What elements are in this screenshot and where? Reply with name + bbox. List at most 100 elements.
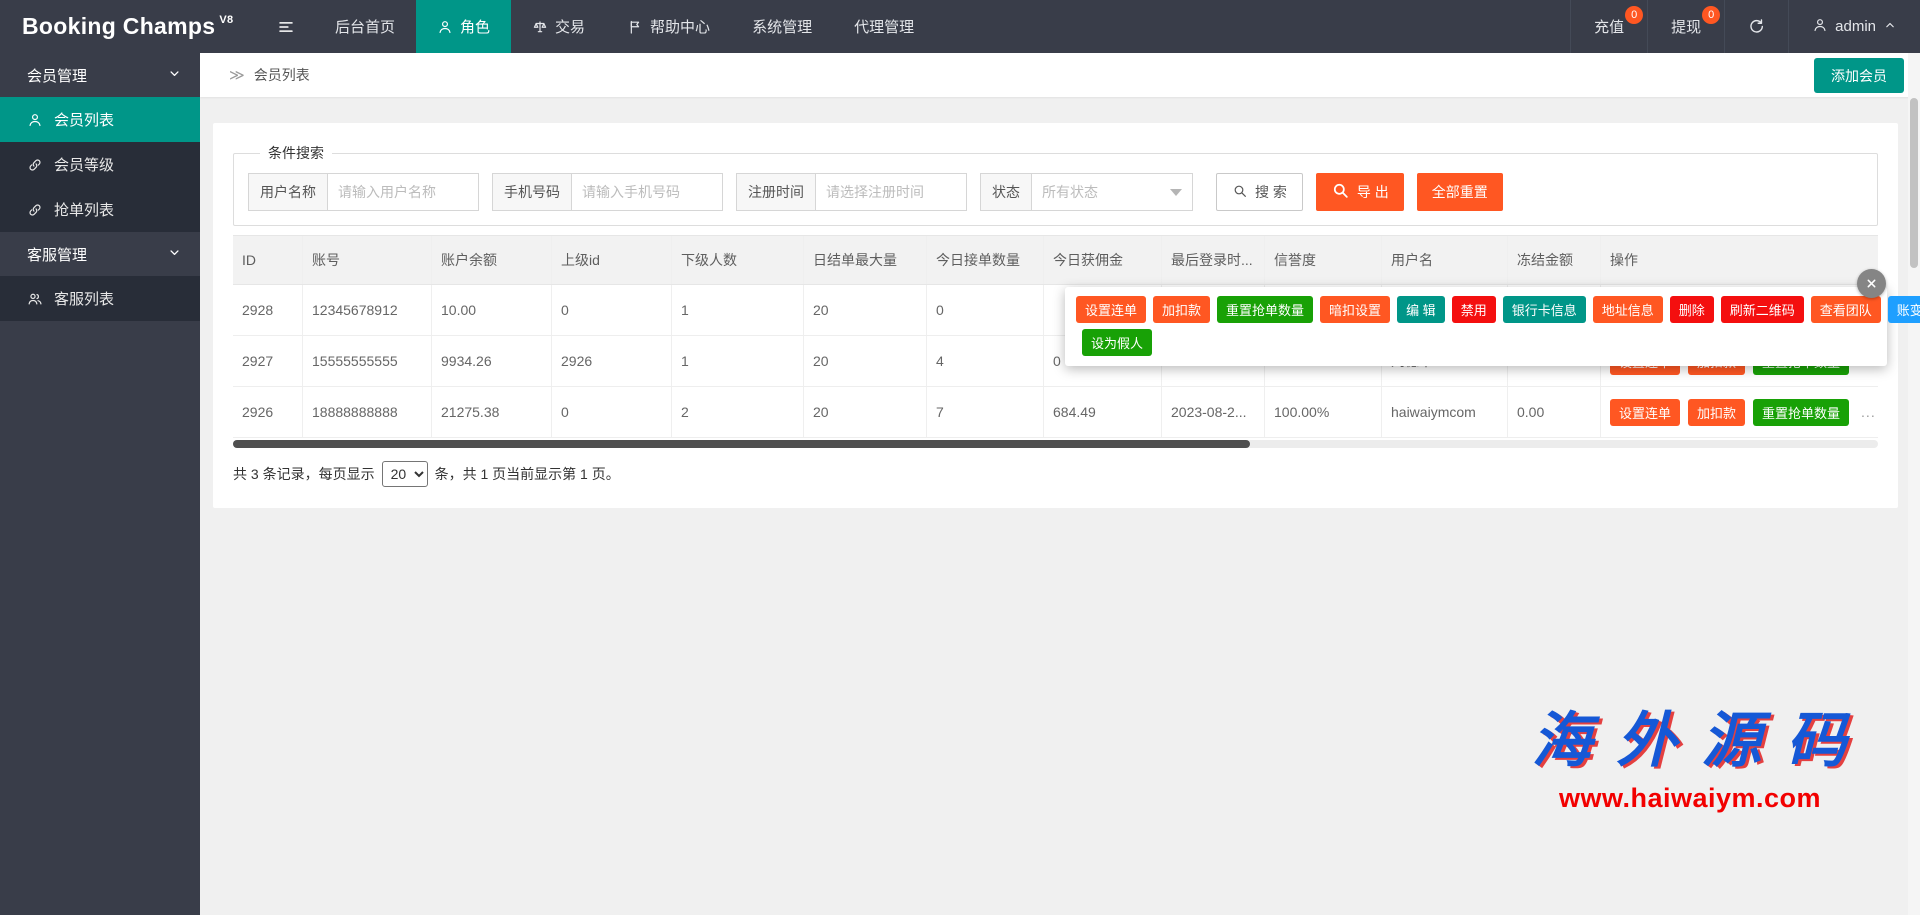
row-action-button[interactable]: 设置连单 xyxy=(1610,398,1681,426)
popup-close-button[interactable] xyxy=(1857,269,1886,298)
add-member-button[interactable]: 添加会员 xyxy=(1814,58,1904,93)
search-field-label: 用户名称 xyxy=(248,173,327,211)
nav-item-label: 角色 xyxy=(460,19,491,36)
pagination-suffix: 条，共 1 页当前显示第 1 页。 xyxy=(434,466,620,482)
table-cell: 4 xyxy=(926,336,1043,386)
search-field-1: 手机号码 xyxy=(492,173,723,211)
sidebar-item-0-1[interactable]: 会员等级 xyxy=(0,142,200,187)
sidebar-group-1[interactable]: 客服管理 xyxy=(0,232,200,276)
search-field-2: 注册时间 xyxy=(736,173,967,211)
status-select[interactable]: 所有状态 xyxy=(1031,173,1193,211)
nav-item-1[interactable]: 角色 xyxy=(416,0,512,53)
recharge-button[interactable]: 充值 0 xyxy=(1570,0,1647,53)
pagination: 共 3 条记录，每页显示 20 条，共 1 页当前显示第 1 页。 xyxy=(233,461,1878,487)
link-icon xyxy=(27,157,43,173)
column-header: 账号 xyxy=(302,236,431,284)
table-cell: 2926 xyxy=(242,404,274,420)
main-content: ≫ 会员列表 添加会员 条件搜索 用户名称 手机号码 注册时间 状态 所有状态 搜 … xyxy=(200,53,1920,915)
withdraw-badge: 0 xyxy=(1702,6,1721,24)
column-header: ID xyxy=(242,252,256,268)
nav-item-2[interactable]: 交易 xyxy=(511,0,606,53)
popup-action-button[interactable]: 设置连单 xyxy=(1076,296,1147,323)
popup-action-button[interactable]: 账变 xyxy=(1887,296,1920,323)
sidebar-item-label: 会员等级 xyxy=(54,157,115,174)
column-header: 信誉度 xyxy=(1264,236,1381,284)
recharge-label: 充值 xyxy=(1594,19,1625,36)
table-cell: 0 xyxy=(926,285,1043,335)
search-field-input-1[interactable] xyxy=(571,173,723,211)
sidebar-item-0-0[interactable]: 会员列表 xyxy=(0,97,200,142)
top-nav-items: 后台首页 角色 交易 帮助中心 系统管理 代理管理 xyxy=(314,0,935,53)
column-header: 最后登录时... xyxy=(1161,236,1264,284)
popup-action-button[interactable]: 重置抢单数量 xyxy=(1217,296,1314,323)
nav-item-label: 交易 xyxy=(555,19,586,36)
table-cell: 0 xyxy=(551,285,671,335)
popup-action-button[interactable]: 刷新二维码 xyxy=(1720,296,1804,323)
hamburger-menu-button[interactable] xyxy=(258,0,314,53)
popup-action-button[interactable]: 银行卡信息 xyxy=(1502,296,1586,323)
refresh-button[interactable] xyxy=(1724,0,1788,53)
search-field-input-2[interactable] xyxy=(815,173,967,211)
chevron-down-icon xyxy=(1170,188,1182,196)
column-header: 今日获佣金 xyxy=(1043,236,1161,284)
column-header: 上级id xyxy=(551,236,671,284)
table-cell: 0 xyxy=(551,387,671,437)
nav-item-0[interactable]: 后台首页 xyxy=(314,0,416,53)
withdraw-button[interactable]: 提现 0 xyxy=(1647,0,1724,53)
popup-action-button[interactable]: 删除 xyxy=(1669,296,1714,323)
sidebar-item-0-2[interactable]: 抢单列表 xyxy=(0,187,200,232)
status-label: 状态 xyxy=(980,173,1031,211)
export-button[interactable]: 导 出 xyxy=(1315,173,1404,211)
sidebar-group-0[interactable]: 会员管理 xyxy=(0,53,200,97)
table-cell: 1 xyxy=(671,285,803,335)
sidebar-item-1-0[interactable]: 客服列表 xyxy=(0,276,200,321)
popup-action-button[interactable]: 设为假人 xyxy=(1082,329,1153,356)
column-header: 冻结金额 xyxy=(1507,236,1600,284)
popup-action-button[interactable]: 查看团队 xyxy=(1810,296,1881,323)
popup-action-button[interactable]: 暗扣设置 xyxy=(1320,296,1391,323)
person-icon xyxy=(437,19,453,35)
per-page-select[interactable]: 20 xyxy=(381,461,428,487)
popup-action-button[interactable]: 禁用 xyxy=(1451,296,1496,323)
table-cell: 2023-08-2... xyxy=(1161,387,1264,437)
search-legend: 条件搜索 xyxy=(268,145,324,161)
search-button-label: 搜 索 xyxy=(1255,184,1287,200)
app-logo-text: Booking Champs xyxy=(22,13,216,39)
navbar-right: 充值 0 提现 0 admin xyxy=(1570,0,1920,53)
popup-action-button[interactable]: 编 辑 xyxy=(1397,296,1445,323)
table-cell: 100.00% xyxy=(1264,387,1381,437)
nav-item-3[interactable]: 帮助中心 xyxy=(606,0,731,53)
table-cell: 12345678912 xyxy=(302,285,431,335)
reset-all-button[interactable]: 全部重置 xyxy=(1416,173,1503,211)
scales-icon xyxy=(532,19,548,35)
search-icon xyxy=(1232,183,1248,199)
nav-item-label: 代理管理 xyxy=(854,19,915,36)
table-cell: 2926 xyxy=(551,336,671,386)
vertical-scrollbar-thumb[interactable] xyxy=(1910,98,1918,268)
breadcrumb: 会员列表 xyxy=(253,67,310,83)
nav-item-label: 帮助中心 xyxy=(650,19,711,36)
more-actions[interactable]: ... xyxy=(1861,404,1876,420)
sidebar-item-label: 会员列表 xyxy=(54,112,115,129)
horizontal-scrollbar xyxy=(233,440,1878,448)
search-field-label: 手机号码 xyxy=(492,173,571,211)
nav-item-4[interactable]: 系统管理 xyxy=(731,0,833,53)
row-action-button[interactable]: 重置抢单数量 xyxy=(1753,398,1850,426)
column-header: 操作 xyxy=(1600,236,1878,284)
flag-icon xyxy=(627,19,643,35)
search-button[interactable]: 搜 索 xyxy=(1216,173,1303,211)
search-field-input-0[interactable] xyxy=(327,173,479,211)
sidebar-item-label: 抢单列表 xyxy=(54,202,115,219)
sidebar-group-label: 会员管理 xyxy=(27,67,88,85)
popup-action-button[interactable]: 地址信息 xyxy=(1592,296,1663,323)
refresh-icon xyxy=(1748,18,1765,35)
nav-item-5[interactable]: 代理管理 xyxy=(833,0,935,53)
table-cell: 20 xyxy=(803,336,926,386)
table-cell: 1 xyxy=(671,336,803,386)
table-cell: 20 xyxy=(803,387,926,437)
horizontal-scrollbar-thumb[interactable] xyxy=(233,440,1250,448)
row-action-button[interactable]: 加扣款 xyxy=(1688,398,1746,426)
popup-action-button[interactable]: 加扣款 xyxy=(1153,296,1211,323)
column-header: 下级人数 xyxy=(671,236,803,284)
user-menu[interactable]: admin xyxy=(1788,0,1920,53)
